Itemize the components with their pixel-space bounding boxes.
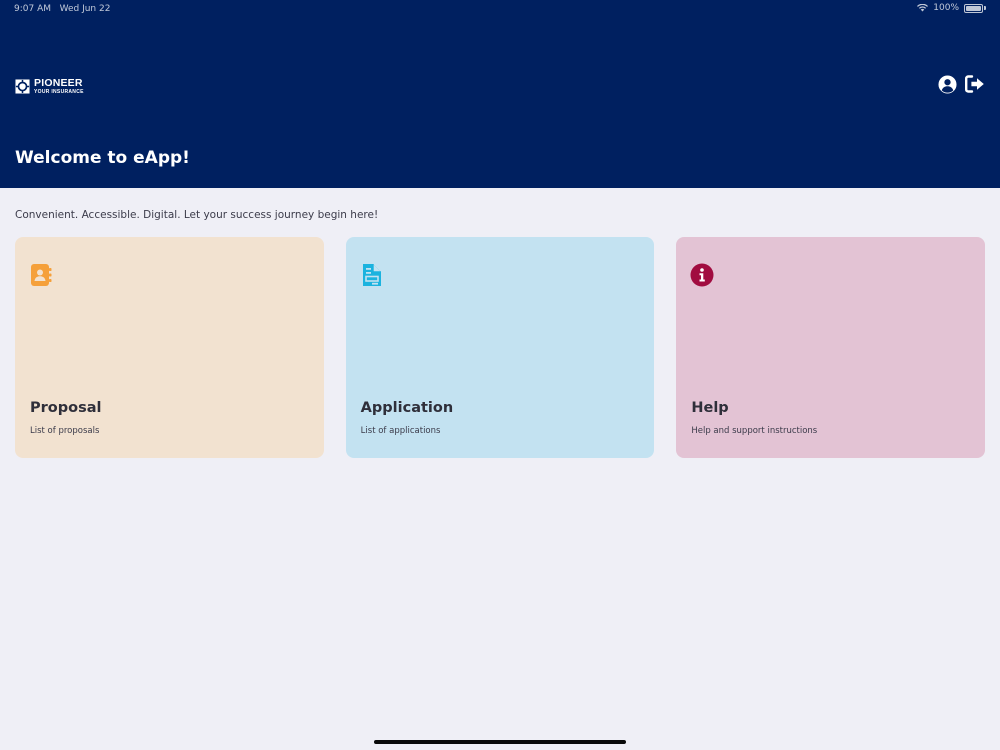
- help-card[interactable]: Help Help and support instructions: [676, 237, 986, 458]
- proposal-card-title: Proposal: [30, 400, 102, 416]
- application-card-title: Application: [360, 400, 454, 416]
- welcome-title: Welcome to eApp!: [15, 148, 190, 168]
- battery-percent: 100%: [933, 3, 959, 13]
- status-bar: 9:07 AM Wed Jun 22 100%: [0, 0, 1000, 18]
- logo-text: PIONEER YOUR INSURANCE: [34, 78, 84, 95]
- proposal-card-subtitle: List of proposals: [30, 426, 100, 436]
- help-card-title: Help: [691, 400, 729, 416]
- document-icon: [362, 264, 381, 286]
- status-date: Wed Jun 22: [59, 4, 111, 14]
- wifi-icon: [917, 4, 929, 12]
- header-actions: [937, 74, 985, 94]
- status-clock: 9:07 AM: [14, 4, 51, 14]
- page-tagline: Convenient. Accessible. Digital. Let you…: [15, 209, 379, 221]
- battery-nub: [984, 6, 986, 10]
- proposal-card[interactable]: Proposal List of proposals: [15, 237, 324, 458]
- user-circle-icon: [937, 74, 957, 94]
- status-time: 9:07 AM Wed Jun 22: [14, 4, 110, 14]
- battery-icon: [964, 3, 983, 13]
- brand-tagline: YOUR INSURANCE: [34, 88, 84, 95]
- sign-out-icon: [965, 75, 984, 93]
- application-card-subtitle: List of applications: [360, 426, 441, 436]
- profile-button[interactable]: [937, 74, 957, 94]
- home-indicator[interactable]: [374, 740, 626, 744]
- logo-mark-icon: [15, 79, 30, 94]
- application-card[interactable]: Application List of applications: [345, 237, 655, 458]
- app-header: 9:07 AM Wed Jun 22 100% PIONEER YOUR INS…: [0, 0, 1000, 188]
- status-indicators: 100%: [917, 3, 986, 13]
- brand-logo: PIONEER YOUR INSURANCE: [15, 78, 84, 95]
- logout-button[interactable]: [965, 74, 985, 94]
- card-grid: Proposal List of proposals Application L…: [15, 237, 986, 458]
- info-icon: [690, 263, 714, 287]
- help-card-subtitle: Help and support instructions: [691, 426, 818, 436]
- contact-book-icon: [31, 264, 52, 286]
- brand-name: PIONEER: [34, 77, 83, 89]
